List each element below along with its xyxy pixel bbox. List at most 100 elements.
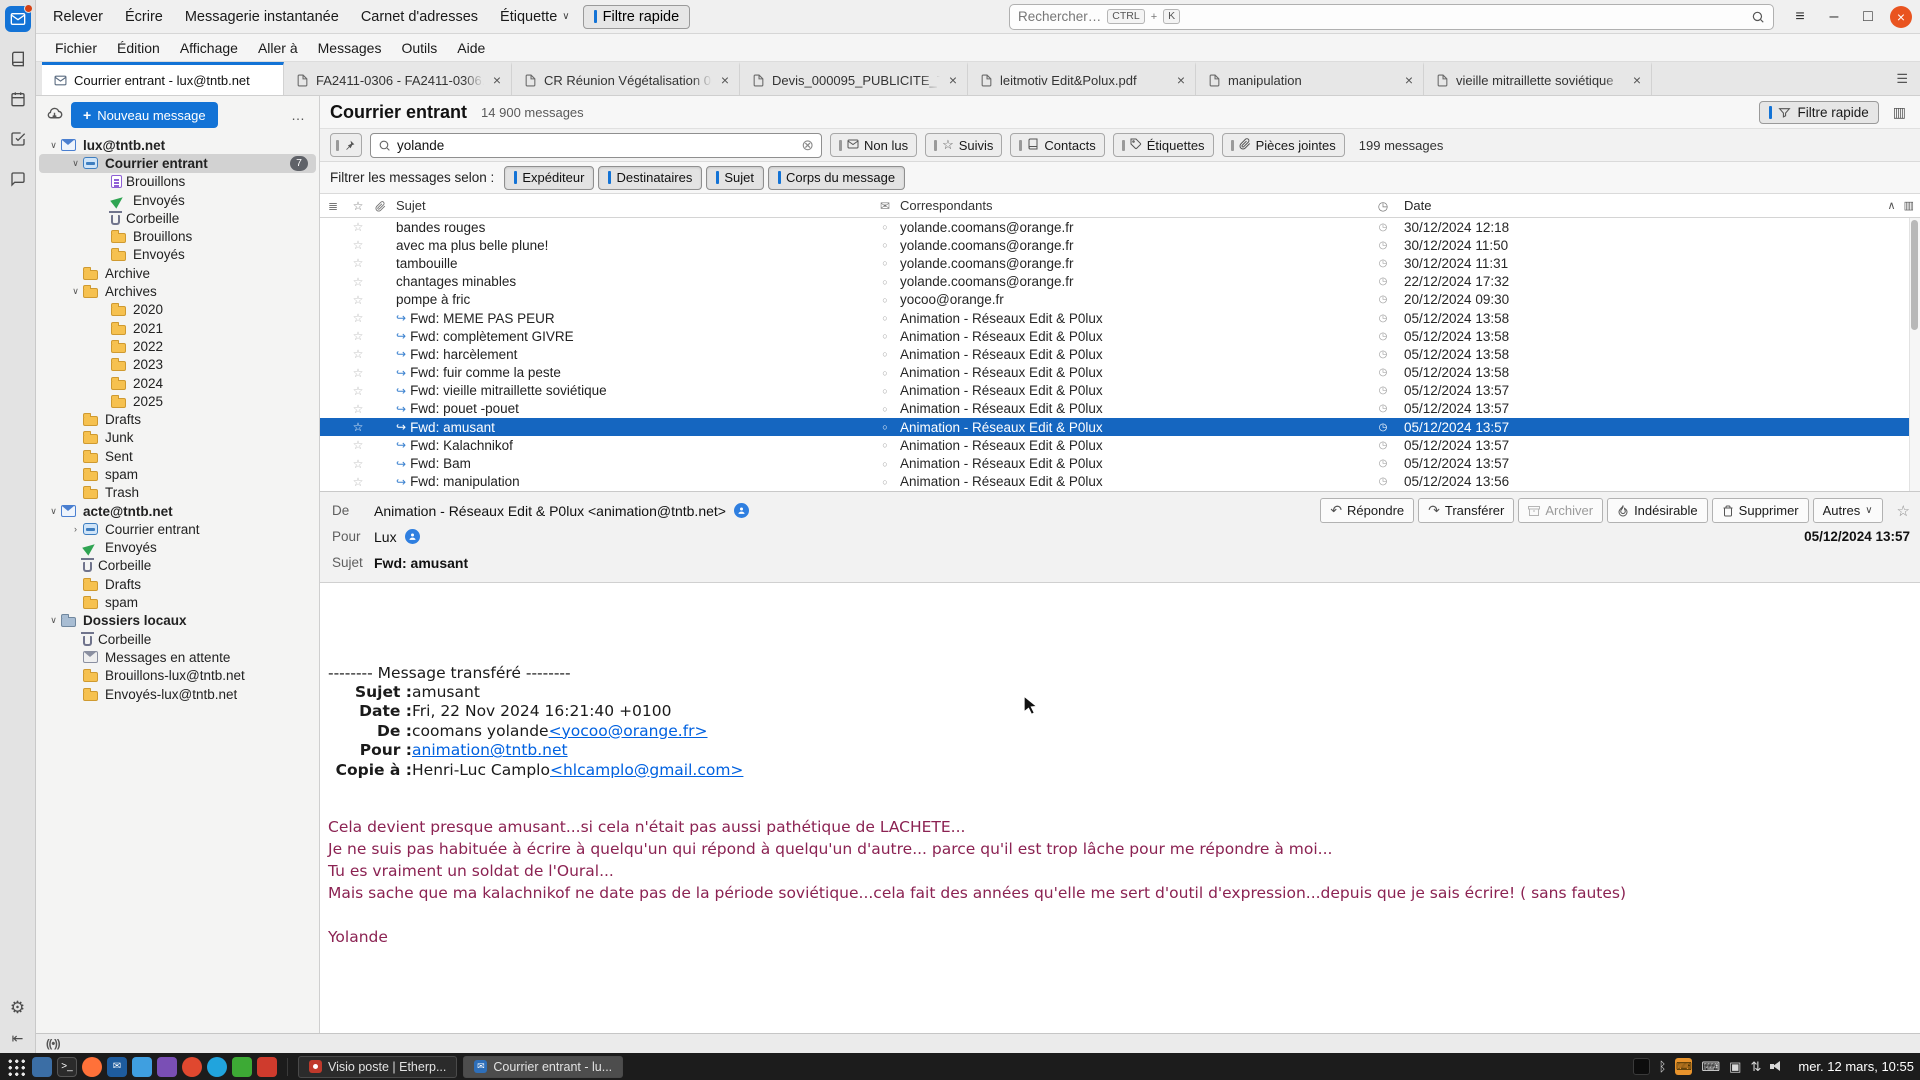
- expander-icon[interactable]: ∨: [46, 140, 61, 151]
- junk-status-icon[interactable]: ◷: [1370, 294, 1396, 305]
- tab-close-icon[interactable]: ×: [719, 72, 731, 88]
- expander-icon[interactable]: ›: [68, 524, 83, 534]
- message-row[interactable]: ☆ ↪Fwd: harcèlement ○ Animation - Réseau…: [320, 345, 1920, 363]
- star-icon[interactable]: ☆: [346, 475, 370, 489]
- message-row[interactable]: ☆ ↪Fwd: amusant ○ Animation - Réseaux Ed…: [320, 418, 1920, 436]
- tab[interactable]: leitmotiv Edit&Polux.pdf ×: [968, 62, 1196, 95]
- tab-close-icon[interactable]: ×: [1175, 72, 1187, 88]
- filter-contacts-button[interactable]: Contacts: [1010, 133, 1104, 157]
- tab[interactable]: vieille mitraillette soviétique ×: [1424, 62, 1652, 95]
- menu-aller-a[interactable]: Aller à: [249, 37, 307, 59]
- junk-status-icon[interactable]: ◷: [1370, 258, 1396, 269]
- filter-unread-button[interactable]: Non lus: [830, 133, 917, 157]
- read-status-icon[interactable]: ○: [870, 386, 900, 396]
- expander-icon[interactable]: ∨: [68, 286, 83, 297]
- read-status-icon[interactable]: ○: [870, 331, 900, 341]
- folder-row[interactable]: ∨ Dossiers locaux: [39, 612, 316, 630]
- read-status-icon[interactable]: ○: [870, 277, 900, 287]
- menu-fichier[interactable]: Fichier: [46, 37, 106, 59]
- junk-column-icon[interactable]: ◷: [1370, 199, 1396, 213]
- folder-row[interactable]: Archive: [39, 264, 316, 282]
- folder-row[interactable]: Junk: [39, 429, 316, 447]
- sticky-filter-pin-button[interactable]: [330, 133, 362, 157]
- read-status-icon[interactable]: ○: [870, 222, 900, 232]
- taskbar-app-icon[interactable]: [157, 1057, 177, 1077]
- folder-row[interactable]: ∨ acte@tntb.net: [39, 502, 316, 520]
- menu-edition[interactable]: Édition: [108, 37, 169, 59]
- star-icon[interactable]: ☆: [346, 366, 370, 380]
- read-status-icon[interactable]: ○: [870, 440, 900, 450]
- folder-row[interactable]: Brouillons-lux@tntb.net: [39, 667, 316, 685]
- star-icon[interactable]: ☆: [346, 238, 370, 252]
- read-status-icon[interactable]: ○: [870, 295, 900, 305]
- read-status-icon[interactable]: ○: [870, 240, 900, 250]
- read-status-icon[interactable]: ○: [870, 477, 900, 487]
- junk-status-icon[interactable]: ◷: [1370, 440, 1396, 451]
- tab[interactable]: Courrier entrant - lux@tntb.net ×: [42, 62, 284, 95]
- folder-row[interactable]: spam: [39, 593, 316, 611]
- junk-status-icon[interactable]: ◷: [1370, 276, 1396, 287]
- folder-row[interactable]: 2025: [39, 392, 316, 410]
- maximize-button[interactable]: □: [1856, 5, 1880, 29]
- correspondents-column-header[interactable]: Correspondants: [900, 198, 1370, 213]
- junk-status-icon[interactable]: ◷: [1370, 403, 1396, 414]
- message-row[interactable]: ☆ ↪Fwd: Bam ○ Animation - Réseaux Edit &…: [320, 454, 1920, 472]
- instant-messaging-button[interactable]: Messagerie instantanée: [176, 5, 348, 29]
- read-status-icon[interactable]: ○: [870, 368, 900, 378]
- close-button[interactable]: ×: [1890, 6, 1912, 28]
- address-book-space-button[interactable]: [5, 46, 31, 72]
- delete-button[interactable]: Supprimer: [1712, 498, 1809, 523]
- message-row[interactable]: ☆ ↪pompe à fric ○ yocoo@orange.fr ◷ 20/1…: [320, 291, 1920, 309]
- attachment-column-icon[interactable]: [370, 199, 390, 213]
- new-message-button[interactable]: +Nouveau message: [71, 102, 218, 128]
- tab[interactable]: FA2411-0306 - FA2411-0306.pd ×: [284, 62, 512, 95]
- folder-row[interactable]: Brouillons: [39, 173, 316, 191]
- settings-gear-icon[interactable]: ⚙: [10, 998, 25, 1018]
- message-row[interactable]: ☆ ↪Fwd: fuir comme la peste ○ Animation …: [320, 364, 1920, 382]
- taskbar-window-courrier[interactable]: ✉Courrier entrant - lu...: [463, 1056, 623, 1078]
- get-messages-button[interactable]: Relever: [44, 5, 112, 29]
- tab[interactable]: Devis_000095_PUBLICITE_TRIA ×: [740, 62, 968, 95]
- filter-tags-button[interactable]: Étiquettes: [1113, 133, 1214, 157]
- folder-row[interactable]: 2023: [39, 356, 316, 374]
- taskbar-app-icon[interactable]: [207, 1057, 227, 1077]
- expander-icon[interactable]: ∨: [46, 615, 61, 626]
- archive-button[interactable]: Archiver: [1518, 498, 1603, 523]
- folder-row[interactable]: Envoyés: [39, 539, 316, 557]
- scope-body-button[interactable]: Corps du message: [768, 166, 905, 190]
- read-column-icon[interactable]: ✉: [870, 199, 900, 213]
- junk-button[interactable]: Indésirable: [1607, 498, 1708, 523]
- taskbar-app-icon[interactable]: [82, 1057, 102, 1077]
- junk-status-icon[interactable]: ◷: [1370, 458, 1396, 469]
- filter-starred-button[interactable]: ☆Suivis: [925, 133, 1002, 157]
- star-icon[interactable]: ☆: [346, 256, 370, 270]
- read-status-icon[interactable]: ○: [870, 404, 900, 414]
- menu-messages[interactable]: Messages: [309, 37, 391, 59]
- folder-row[interactable]: Corbeille: [39, 630, 316, 648]
- message-row[interactable]: ☆ ↪Fwd: vieille mitraillette soviétique …: [320, 382, 1920, 400]
- folder-row[interactable]: ∨ lux@tntb.net: [39, 136, 316, 154]
- message-row[interactable]: ☆ ↪Fwd: MEME PAS PEUR ○ Animation - Rése…: [320, 309, 1920, 327]
- junk-status-icon[interactable]: ◷: [1370, 222, 1396, 233]
- contact-avatar[interactable]: [734, 503, 749, 518]
- message-row[interactable]: ☆ ↪Fwd: pouet -pouet ○ Animation - Résea…: [320, 400, 1920, 418]
- subject-column-header[interactable]: Sujet: [390, 198, 870, 213]
- star-icon[interactable]: ☆: [346, 347, 370, 361]
- star-icon[interactable]: ☆: [346, 420, 370, 434]
- junk-status-icon[interactable]: ◷: [1370, 476, 1396, 487]
- star-icon[interactable]: ☆: [346, 402, 370, 416]
- expander-icon[interactable]: ∨: [46, 506, 61, 517]
- volume-icon[interactable]: [1770, 1060, 1785, 1073]
- tasks-space-button[interactable]: [5, 126, 31, 152]
- filter-search-input[interactable]: yolande ⊗: [370, 133, 822, 158]
- folder-row[interactable]: › Courrier entrant: [39, 520, 316, 538]
- thread-column-icon[interactable]: ≣: [320, 199, 346, 213]
- scope-subject-button[interactable]: Sujet: [706, 166, 764, 190]
- quick-filter-toggle-button[interactable]: Filtre rapide: [583, 5, 691, 29]
- contact-avatar[interactable]: [405, 529, 420, 544]
- tab-close-icon[interactable]: ×: [1403, 72, 1415, 88]
- folder-row[interactable]: Drafts: [39, 575, 316, 593]
- junk-status-icon[interactable]: ◷: [1370, 367, 1396, 378]
- message-row[interactable]: ☆ ↪avec ma plus belle plune! ○ yolande.c…: [320, 236, 1920, 254]
- menu-aide[interactable]: Aide: [448, 37, 494, 59]
